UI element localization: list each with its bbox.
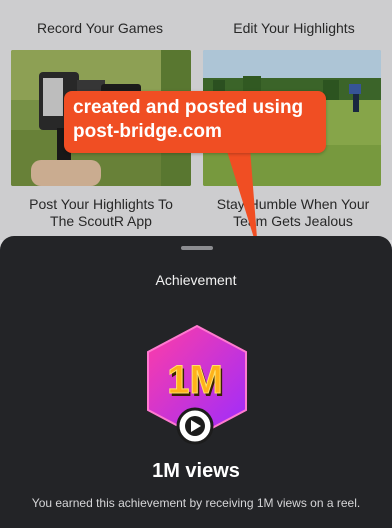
achievement-description: You earned this achievement by receiving…: [31, 496, 361, 510]
badge-hexagon-icon: 1M 1M: [147, 324, 247, 445]
views-count: 1M views: [152, 460, 240, 482]
sheet-title: Achievement: [155, 272, 237, 288]
watermark-callout: created and posted using post-bridge.com: [64, 91, 326, 153]
badge-text: 1M: [167, 358, 223, 402]
achievement-badge: 1M 1M: [142, 322, 252, 453]
sheet-drag-handle[interactable]: [181, 246, 213, 250]
watermark-callout-text: created and posted using post-bridge.com: [73, 97, 304, 142]
